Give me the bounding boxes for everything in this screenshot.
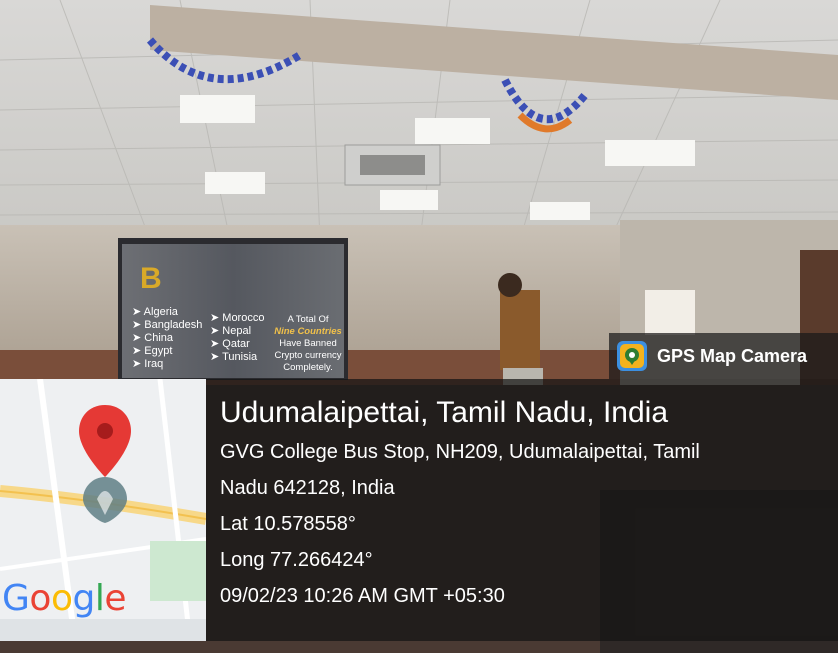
logo-letter: e [104, 578, 126, 619]
address-line-2: Nadu 642128, India [220, 477, 395, 499]
logo-letter: G [2, 578, 30, 619]
google-logo: Google [2, 578, 126, 619]
list-item: ➤ Nepal [210, 325, 252, 337]
latitude: Lat 10.578558° [220, 513, 356, 535]
list-item: ➤ Morocco [210, 312, 265, 324]
logo-letter: g [72, 578, 95, 619]
gps-map-camera-icon [617, 341, 647, 371]
list-item: ➤ Qatar [210, 338, 250, 350]
list-item: ➤ Tunisia [210, 351, 258, 363]
projector-slide: B ➤ Algeria ➤ Bangladesh ➤ China ➤ Egypt… [124, 246, 342, 376]
address-line-1: GVG College Bus Stop, NH209, Udumalaipet… [220, 441, 700, 463]
location-title: Udumalaipettai, Tamil Nadu, India [220, 396, 669, 429]
datetime: 09/02/23 10:26 AM GMT +05:30 [220, 585, 505, 607]
slide-logo: B [140, 262, 162, 295]
map-pin-icon [79, 405, 131, 523]
list-item: ➤ Egypt [132, 345, 173, 357]
logo-letter: o [29, 578, 51, 619]
geo-overlay: Google Udumalaipettai, Tamil Nadu, India… [0, 379, 838, 641]
list-item: ➤ Algeria [132, 306, 178, 318]
location-info: Udumalaipettai, Tamil Nadu, India GVG Co… [206, 379, 838, 641]
app-badge: GPS Map Camera [609, 333, 838, 379]
slide-left-list: ➤ Algeria ➤ Bangladesh ➤ China ➤ Egypt ➤… [132, 306, 202, 371]
longitude: Long 77.266424° [220, 549, 373, 571]
slide-right-list: ➤ Morocco ➤ Nepal ➤ Qatar ➤ Tunisia [210, 312, 264, 364]
slide-notice: A Total Of Nine Countries Have Banned Cr… [274, 314, 342, 373]
list-item: ➤ China [132, 332, 174, 344]
app-name: GPS Map Camera [657, 345, 808, 366]
list-item: ➤ Iraq [132, 358, 164, 370]
logo-letter: l [94, 578, 105, 619]
map-thumbnail: Google [0, 379, 206, 641]
logo-letter: o [50, 578, 73, 619]
list-item: ➤ Bangladesh [132, 319, 203, 331]
